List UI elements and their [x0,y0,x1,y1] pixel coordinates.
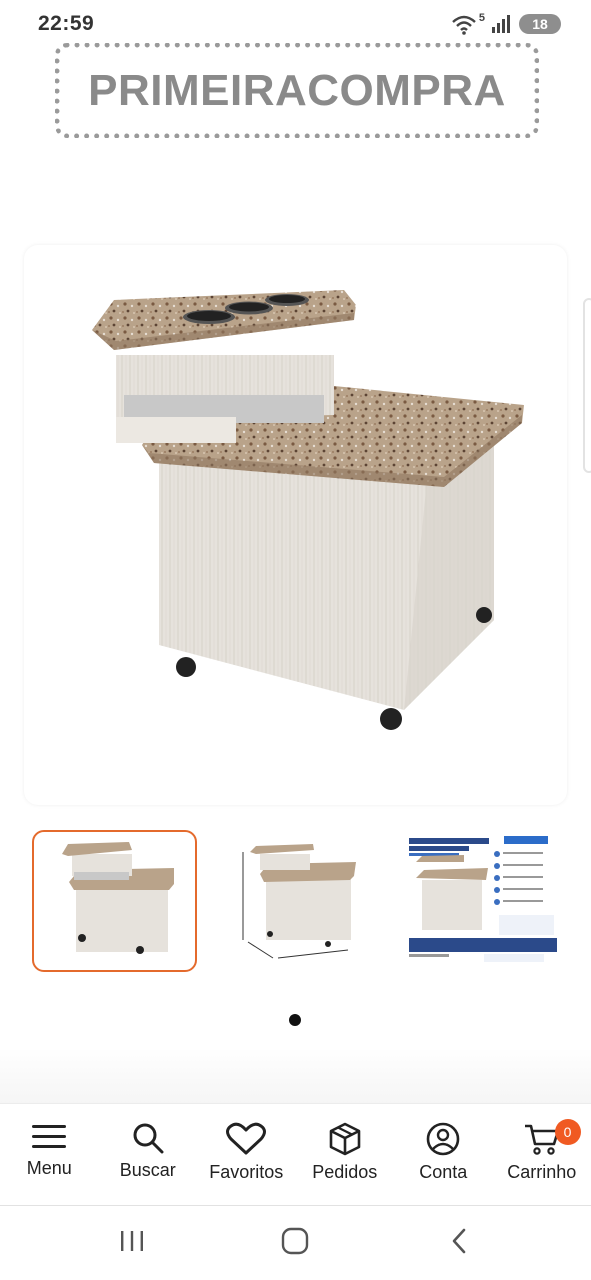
nav-label-orders: Pedidos [312,1162,378,1182]
status-icons: 5 18 [451,12,561,35]
box-icon [328,1122,362,1156]
nav-label-search: Buscar [119,1160,176,1180]
coupon-code: PRIMEIRACOMPRA [88,65,506,115]
nav-item-menu[interactable]: Menu [0,1104,99,1205]
pagination-dot-active[interactable] [289,1014,301,1026]
signal-icon [491,14,513,34]
nav-item-favorites[interactable]: Favoritos [197,1104,296,1205]
product-cart-illustration [92,290,524,730]
status-bar: 22:59 5 18 [0,0,591,48]
thumbnail-1[interactable] [32,830,197,972]
nav-item-cart[interactable]: 0 Carrinho [493,1104,591,1205]
nav-label-account: Conta [419,1162,468,1182]
nav-label-menu: Menu [26,1158,72,1178]
cart-icon [524,1122,560,1156]
nav-item-orders[interactable]: Pedidos [296,1104,395,1205]
home-icon [281,1227,309,1260]
side-scroll-handle[interactable] [583,298,591,473]
section-divider [0,1048,591,1104]
cart-count-badge: 0 [554,1119,581,1145]
battery-indicator: 18 [519,14,561,34]
wifi-label: 5 [478,12,485,24]
battery-level: 18 [532,16,548,32]
nav-item-account[interactable]: Conta [394,1104,493,1205]
status-time: 22:59 [38,12,95,35]
coupon-box[interactable]: PRIMEIRACOMPRA [55,43,539,138]
thumbnail-spec-sheet-image [404,830,562,972]
back-button[interactable] [429,1218,489,1268]
nav-label-cart: Carrinho [507,1162,577,1182]
account-icon [426,1122,460,1156]
thumbnail-2[interactable] [218,830,383,972]
thumbnail-strip [32,830,569,972]
thumbnail-cart-front-image [62,842,174,954]
heart-icon [226,1122,267,1156]
back-icon [449,1227,469,1260]
thumbnail-cart-dimensions-image [242,844,356,959]
main-product-image[interactable] [24,245,567,805]
thumbnail-3[interactable] [404,830,569,972]
home-button[interactable] [265,1218,325,1268]
nav-item-search[interactable]: Buscar [99,1104,198,1205]
menu-icon [32,1122,67,1152]
nav-label-favorites: Favoritos [209,1162,284,1182]
system-navigation [0,1205,591,1280]
search-icon [131,1122,165,1154]
wifi-icon [451,13,481,35]
recent-apps-icon [119,1229,145,1258]
recent-apps-button[interactable] [102,1218,162,1268]
bottom-navigation: Menu Buscar Favoritos Pedidos Conta 0 Ca… [0,1103,591,1205]
